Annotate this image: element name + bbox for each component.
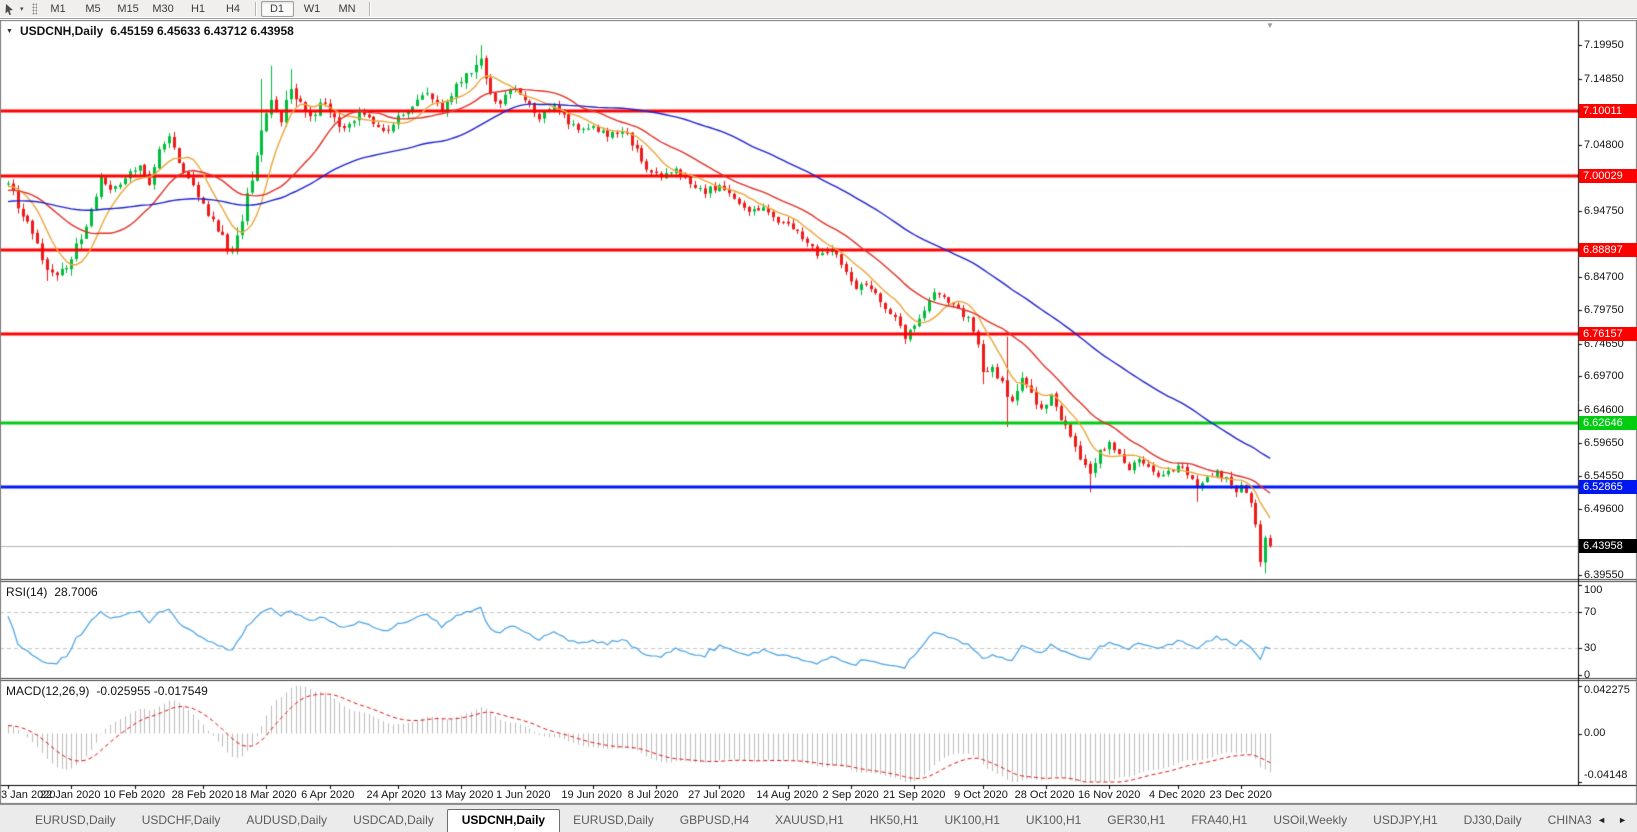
price-axis-tick: 6.49600 — [1584, 502, 1624, 515]
time-axis-label: 1 Jun 2020 — [496, 789, 551, 801]
chart-tab-usdcnh-daily[interactable]: USDCNH,Daily — [446, 809, 561, 832]
time-axis-label: 13 May 2020 — [429, 789, 494, 801]
toolbar-separator — [368, 2, 370, 16]
price-axis-tick: 6.84700 — [1584, 271, 1624, 284]
time-axis-label: 2 Sep 2020 — [822, 789, 879, 801]
chart-tab-usdchf-daily[interactable]: USDCHF,Daily — [129, 810, 234, 832]
macd-axis-tick: 0.00 — [1584, 727, 1606, 739]
chart-tab-uk100-h1[interactable]: UK100,H1 — [1013, 810, 1094, 832]
timeframe-button-d1[interactable]: D1 — [260, 1, 294, 17]
cursor-tool-icon[interactable] — [0, 1, 19, 17]
time-axis-label: 28 Oct 2020 — [1014, 789, 1075, 801]
macd-axis-tick: -0.04148 — [1584, 769, 1628, 781]
level-price-badge: 7.00029 — [1579, 169, 1637, 184]
timeframe-button-h1[interactable]: H1 — [182, 1, 215, 17]
rsi-name: RSI(14) — [6, 585, 48, 599]
price-axis-tick: 6.59650 — [1584, 436, 1624, 449]
timeframe-button-m30[interactable]: M30 — [147, 1, 180, 17]
time-axis-label: 19 Jun 2020 — [561, 789, 622, 801]
chart-window: ▼ USDCNH,Daily 6.45159 6.45633 6.43712 6… — [0, 20, 1637, 804]
time-axis-label: 28 Feb 2020 — [171, 789, 234, 801]
chart-tab-usdjpy-h1[interactable]: USDJPY,H1 — [1360, 810, 1450, 832]
time-axis-label: 6 Apr 2020 — [301, 789, 355, 801]
macd-name: MACD(12,26,9) — [6, 684, 90, 698]
timeframe-button-m5[interactable]: M5 — [77, 1, 110, 17]
timeframe-button-w1[interactable]: W1 — [296, 1, 329, 17]
level-price-badge: 6.52865 — [1579, 480, 1637, 495]
chart-tab-uk100-h1[interactable]: UK100,H1 — [932, 810, 1013, 832]
rsi-current-value: 28.7006 — [54, 585, 98, 599]
chart-tab-ger30-h1[interactable]: GER30,H1 — [1094, 810, 1178, 832]
price-axis-tick: 6.94750 — [1584, 205, 1624, 218]
time-axis-label: 18 Mar 2020 — [234, 789, 297, 801]
rsi-axis-tick: 30 — [1584, 642, 1597, 654]
time-axis-label: 22 Jan 2020 — [39, 789, 101, 801]
toolbar-drag-handle[interactable] — [31, 3, 37, 15]
chart-ohlc-values: 6.45159 6.45633 6.43712 6.43958 — [110, 24, 294, 38]
time-axis-label: 23 Dec 2020 — [1209, 789, 1272, 801]
chart-tab-eurusd-daily[interactable]: EURUSD,Daily — [560, 810, 667, 832]
chart-title: ▼ USDCNH,Daily 6.45159 6.45633 6.43712 6… — [6, 24, 294, 38]
timeframe-button-h4[interactable]: H4 — [217, 1, 250, 17]
level-price-badge: 6.62646 — [1579, 415, 1637, 430]
time-axis-label: 9 Oct 2020 — [954, 789, 1008, 801]
price-axis-tick: 7.19950 — [1584, 39, 1624, 51]
chart-tab-audusd-daily[interactable]: AUDUSD,Daily — [233, 810, 340, 832]
macd-current-values: -0.025955 -0.017549 — [96, 684, 208, 698]
chart-tab-gbpusd-h4[interactable]: GBPUSD,H4 — [667, 810, 762, 832]
tabs-scroll-right-icon[interactable]: ► — [1618, 815, 1627, 825]
level-price-badge: 6.76157 — [1579, 326, 1637, 341]
current-price-badge: 6.43958 — [1579, 538, 1637, 553]
chart-tabs-bar: EURUSD,Daily USDCHF,Daily AUDUSD,Daily USDC… — [0, 804, 1637, 832]
price-axis-tick: 6.69700 — [1584, 370, 1624, 383]
price-axis-tick: 7.04800 — [1584, 138, 1624, 151]
mt4-application-window: ▾ M1 M5 M15 M30 H1 H4 D1 W1 MN ▼ USDCNH,Daily 6… — [0, 0, 1637, 832]
price-axis-tick: 6.64600 — [1584, 403, 1624, 416]
chart-tab-china300-h1[interactable]: CHINA300,H1 — [1535, 810, 1591, 832]
tabs-scroll-left-icon[interactable]: ◄ — [1597, 815, 1606, 825]
price-chart-canvas[interactable] — [0, 20, 1637, 804]
chart-tab-usoil-weekly[interactable]: USOil,Weekly — [1260, 810, 1360, 832]
rsi-indicator-label: RSI(14) 28.7006 — [6, 585, 98, 599]
rsi-axis-tick: 70 — [1584, 606, 1597, 618]
time-axis-label: 4 Dec 2020 — [1149, 789, 1206, 801]
price-axis-tick: 7.14850 — [1584, 72, 1624, 85]
time-axis-label: 21 Sep 2020 — [883, 789, 946, 801]
level-price-badge: 7.10011 — [1579, 103, 1637, 118]
rsi-axis-tick: 100 — [1584, 584, 1603, 596]
timeframe-button-m15[interactable]: M15 — [112, 1, 145, 17]
macd-axis-tick: 0.042275 — [1584, 684, 1630, 696]
chart-tab-hk50-h1[interactable]: HK50,H1 — [857, 810, 932, 832]
level-price-badge: 6.88897 — [1579, 242, 1637, 257]
chart-tab-usdcad-daily[interactable]: USDCAD,Daily — [340, 810, 447, 832]
timeframe-button-mn[interactable]: MN — [331, 1, 364, 17]
cursor-tool-dropdown-icon[interactable]: ▾ — [19, 5, 28, 13]
time-axis-label: 24 Apr 2020 — [366, 789, 426, 801]
price-axis-tick: 6.39550 — [1584, 569, 1624, 581]
chart-symbol-label: USDCNH,Daily — [19, 24, 104, 38]
timeframes-toolbar: ▾ M1 M5 M15 M30 H1 H4 D1 W1 MN — [0, 0, 1637, 19]
chart-tab-fra40-h1[interactable]: FRA40,H1 — [1178, 810, 1260, 832]
chart-tab-xauusd-h1[interactable]: XAUUSD,H1 — [762, 810, 857, 832]
price-axis-tick: 6.79750 — [1584, 304, 1624, 316]
macd-indicator-label: MACD(12,26,9) -0.025955 -0.017549 — [6, 684, 208, 698]
time-axis-label: 27 Jul 2020 — [688, 789, 745, 801]
time-axis-label: 10 Feb 2020 — [103, 789, 166, 801]
timeframe-button-m1[interactable]: M1 — [42, 1, 75, 17]
time-axis-label: 8 Jul 2020 — [627, 789, 679, 801]
chart-shift-marker-icon[interactable]: ▼ — [1266, 21, 1274, 30]
time-axis-label: 16 Nov 2020 — [1077, 789, 1141, 801]
rsi-axis-tick: 0 — [1584, 669, 1591, 681]
chart-tab-dj30-daily[interactable]: DJ30,Daily — [1451, 810, 1535, 832]
chart-tab-eurusd-daily[interactable]: EURUSD,Daily — [22, 810, 129, 832]
time-axis-label: 14 Aug 2020 — [756, 789, 819, 801]
toolbar-separator — [254, 2, 256, 16]
chart-dropdown-icon[interactable]: ▼ — [6, 28, 13, 35]
